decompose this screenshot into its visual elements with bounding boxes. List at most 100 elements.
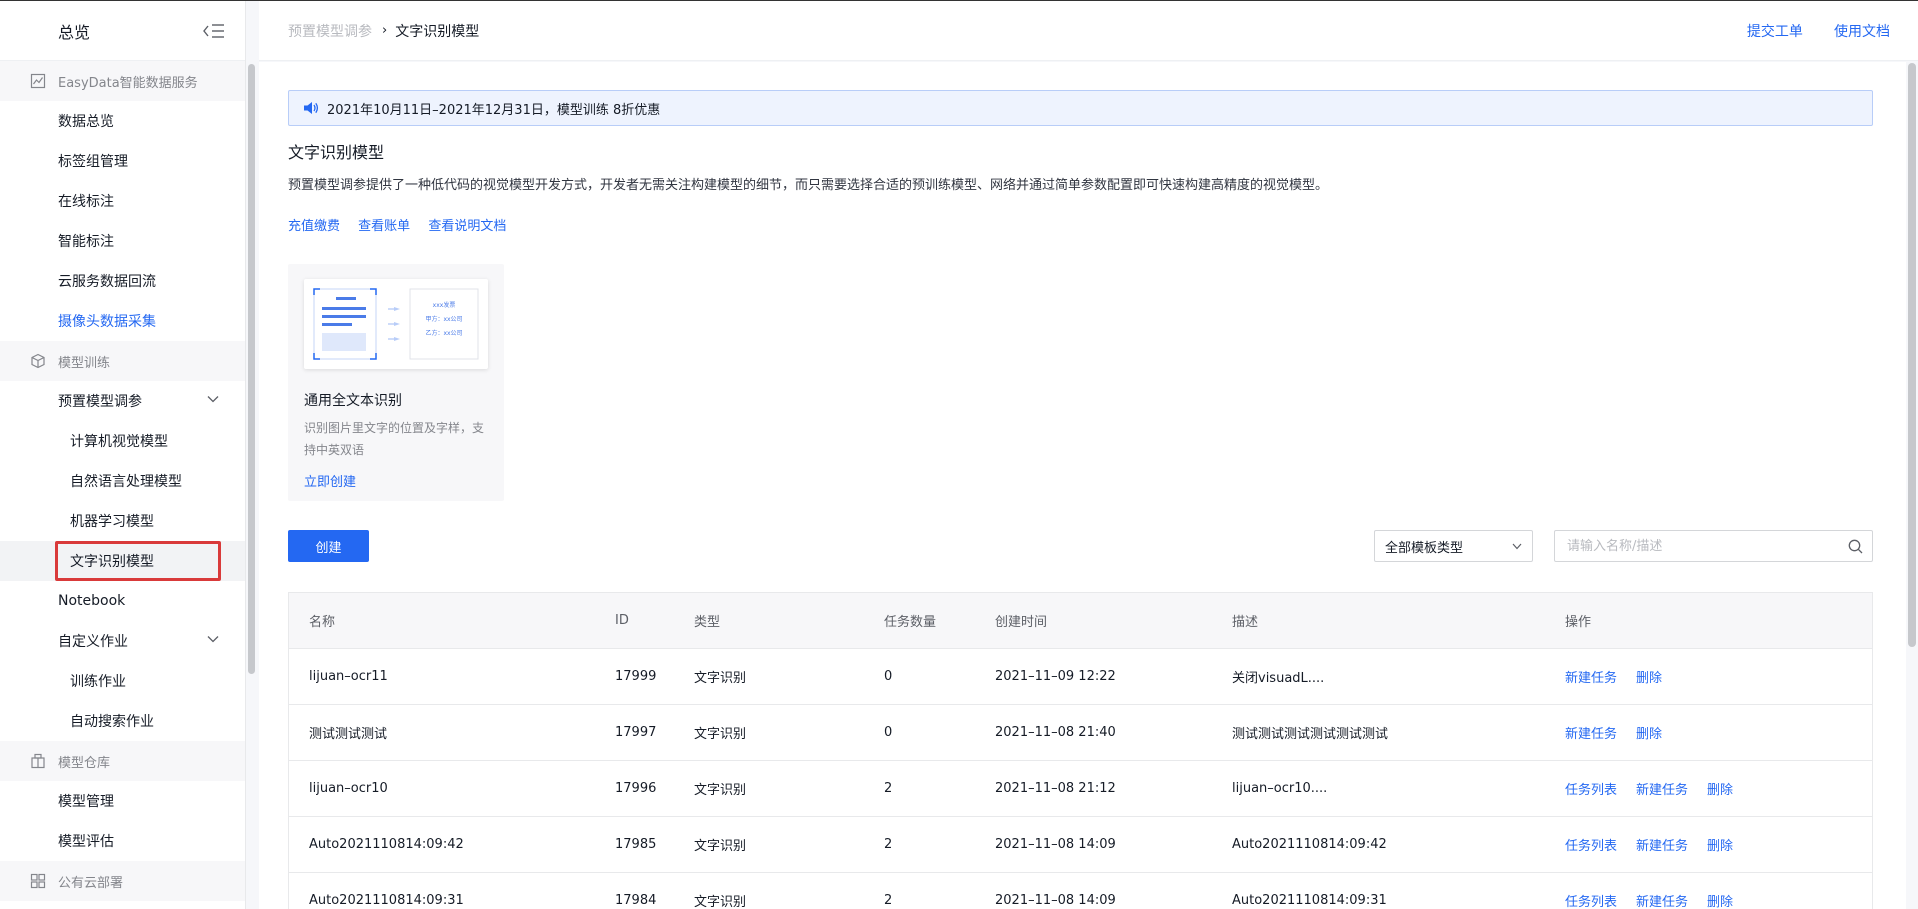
sidebar-item-label: 模型评估 xyxy=(58,834,114,850)
cell-description: 关闭visuadL.... xyxy=(1232,671,1325,686)
sidebar-group-label: 模型仓库 xyxy=(58,755,111,771)
highlight-box xyxy=(55,541,221,581)
sidebar-item-model-evaluation[interactable]: 模型评估 xyxy=(0,821,245,861)
sidebar-item-label: 摄像头数据采集 xyxy=(58,314,156,330)
cell-name: Auto2021110814:09:42 xyxy=(309,837,464,852)
sidebar-item-auto-search-job[interactable]: 自动搜索作业 xyxy=(0,701,245,741)
table-row: lijuan–ocr10 17996 文字识别 2 2021–11–08 21:… xyxy=(289,761,1872,817)
task-list-link[interactable]: 任务列表 xyxy=(1565,895,1617,909)
recharge-link[interactable]: 充值缴费 xyxy=(288,219,340,234)
create-button[interactable]: 创建 xyxy=(288,530,369,562)
ocr-illustration: xxx发票 甲方：xx公司 乙方：xx公司 xyxy=(304,279,488,369)
cell-id: 17984 xyxy=(615,893,657,908)
cell-description: Auto2021110814:09:42 xyxy=(1232,837,1387,852)
sidebar-item-label: 计算机视觉模型 xyxy=(70,434,168,450)
cell-created-time: 2021–11–09 12:22 xyxy=(995,669,1116,684)
submit-ticket-link[interactable]: 提交工单 xyxy=(1747,24,1803,40)
delete-link[interactable]: 删除 xyxy=(1707,839,1733,854)
sidebar-item-label-group[interactable]: 标签组管理 xyxy=(0,141,245,181)
delete-link[interactable]: 删除 xyxy=(1707,895,1733,909)
select-value: 全部模板类型 xyxy=(1385,540,1464,556)
guide-doc-link[interactable]: 查看说明文档 xyxy=(428,219,506,234)
deploy-icon xyxy=(30,873,46,889)
sidebar-group-model-training: 模型训练 xyxy=(0,341,245,381)
cell-name: 测试测试测试 xyxy=(309,727,388,742)
new-task-link[interactable]: 新建任务 xyxy=(1565,727,1617,742)
illustration-line: 乙方：xx公司 xyxy=(425,330,463,337)
sidebar-title[interactable]: 总览 xyxy=(58,19,90,43)
column-header-description: 描述 xyxy=(1232,615,1259,630)
sidebar-item-smart-annotation[interactable]: 智能标注 xyxy=(0,221,245,261)
chevron-down-icon xyxy=(1512,543,1522,550)
cell-actions: 任务列表 新建任务 删除 xyxy=(1545,891,1872,909)
cube-icon xyxy=(31,353,45,369)
warehouse-icon xyxy=(31,753,45,769)
sidebar-item-label: 机器学习模型 xyxy=(70,514,154,530)
sidebar-item-online-annotation[interactable]: 在线标注 xyxy=(0,181,245,221)
cell-type: 文字识别 xyxy=(694,783,747,798)
main-scrollbar-thumb[interactable] xyxy=(1908,63,1916,647)
sidebar-item-data-overview[interactable]: 数据总览 xyxy=(0,101,245,141)
sidebar-item-notebook[interactable]: Notebook xyxy=(0,581,245,621)
new-task-link[interactable]: 新建任务 xyxy=(1636,783,1688,798)
cell-id: 17996 xyxy=(615,781,657,796)
sidebar-group-easydata: EasyData智能数据服务 xyxy=(0,61,245,101)
sidebar-item-label: 自定义作业 xyxy=(58,634,128,650)
table-row: Auto2021110814:09:31 17984 文字识别 2 2021–1… xyxy=(289,873,1872,909)
delete-link[interactable]: 删除 xyxy=(1636,727,1662,742)
card-description: 识别图片里文字的位置及字样，支持中英双语 xyxy=(304,421,485,457)
breadcrumb-current: 文字识别模型 xyxy=(395,23,480,40)
cell-created-time: 2021–11–08 21:12 xyxy=(995,781,1116,796)
breadcrumb: 预置模型调参 › 文字识别模型 xyxy=(288,21,479,41)
sidebar-item-ml-model[interactable]: 机器学习模型 xyxy=(0,501,245,541)
column-header-task-count: 任务数量 xyxy=(884,615,937,630)
illustration-line: 甲方：xx公司 xyxy=(425,316,463,323)
column-header-type: 类型 xyxy=(694,615,721,630)
docs-link[interactable]: 使用文档 xyxy=(1834,24,1890,40)
breadcrumb-parent[interactable]: 预置模型调参 xyxy=(288,21,372,41)
sidebar-item-cloud-backflow[interactable]: 云服务数据回流 xyxy=(0,261,245,301)
sidebar-item-ocr-model[interactable]: 文字识别模型 xyxy=(0,541,245,581)
task-list-link[interactable]: 任务列表 xyxy=(1565,839,1617,854)
table-header-row: 名称 ID 类型 任务数量 创建时间 描述 操作 xyxy=(289,593,1872,649)
delete-link[interactable]: 删除 xyxy=(1707,783,1733,798)
collapse-menu-icon[interactable] xyxy=(203,23,225,39)
cell-actions: 新建任务 删除 xyxy=(1545,667,1872,686)
billing-link[interactable]: 查看账单 xyxy=(358,219,410,234)
sidebar-scrollbar-thumb[interactable] xyxy=(248,64,255,674)
new-task-link[interactable]: 新建任务 xyxy=(1565,671,1617,686)
template-type-select[interactable]: 全部模板类型 xyxy=(1374,530,1533,562)
cell-actions: 任务列表 新建任务 删除 xyxy=(1545,779,1872,798)
create-now-link[interactable]: 立即创建 xyxy=(304,471,356,490)
sidebar-group-label: 公有云部署 xyxy=(58,875,124,891)
notice-text: 2021年10月11日–2021年12月31日，模型训练 8折优惠 xyxy=(327,102,661,118)
column-header-actions: 操作 xyxy=(1565,615,1592,630)
sidebar-item-label: 智能标注 xyxy=(58,234,114,250)
task-list-link[interactable]: 任务列表 xyxy=(1565,783,1617,798)
search-box xyxy=(1554,530,1873,562)
chevron-down-icon xyxy=(207,636,219,643)
sidebar-item-camera-collection[interactable]: 摄像头数据采集 xyxy=(0,301,245,341)
sidebar-item-preset-tuning[interactable]: 预置模型调参 xyxy=(0,381,245,421)
cell-name: lijuan–ocr10 xyxy=(309,781,388,796)
column-header-created-time: 创建时间 xyxy=(995,615,1048,630)
illustration-line: xxx发票 xyxy=(432,302,456,309)
cell-id: 17985 xyxy=(615,837,657,852)
template-card[interactable]: xxx发票 甲方：xx公司 乙方：xx公司 通用全文本识别 识别图片里文字的位置… xyxy=(288,264,504,501)
cell-id: 17997 xyxy=(615,725,657,740)
sidebar-item-model-management[interactable]: 模型管理 xyxy=(0,781,245,821)
sidebar-item-nlp-model[interactable]: 自然语言处理模型 xyxy=(0,461,245,501)
search-icon[interactable] xyxy=(1848,539,1863,554)
sidebar-item-cv-model[interactable]: 计算机视觉模型 xyxy=(0,421,245,461)
cell-created-time: 2021–11–08 14:09 xyxy=(995,893,1116,908)
new-task-link[interactable]: 新建任务 xyxy=(1636,895,1688,909)
sidebar-group-label: 模型训练 xyxy=(58,355,111,371)
new-task-link[interactable]: 新建任务 xyxy=(1636,839,1688,854)
cell-created-time: 2021–11–08 14:09 xyxy=(995,837,1116,852)
delete-link[interactable]: 删除 xyxy=(1636,671,1662,686)
sidebar-header: 总览 xyxy=(0,1,245,61)
search-input[interactable] xyxy=(1555,531,1825,561)
sidebar-item-training-job[interactable]: 训练作业 xyxy=(0,661,245,701)
sidebar-item-custom-job[interactable]: 自定义作业 xyxy=(0,621,245,661)
page-title: 文字识别模型 xyxy=(288,143,385,162)
